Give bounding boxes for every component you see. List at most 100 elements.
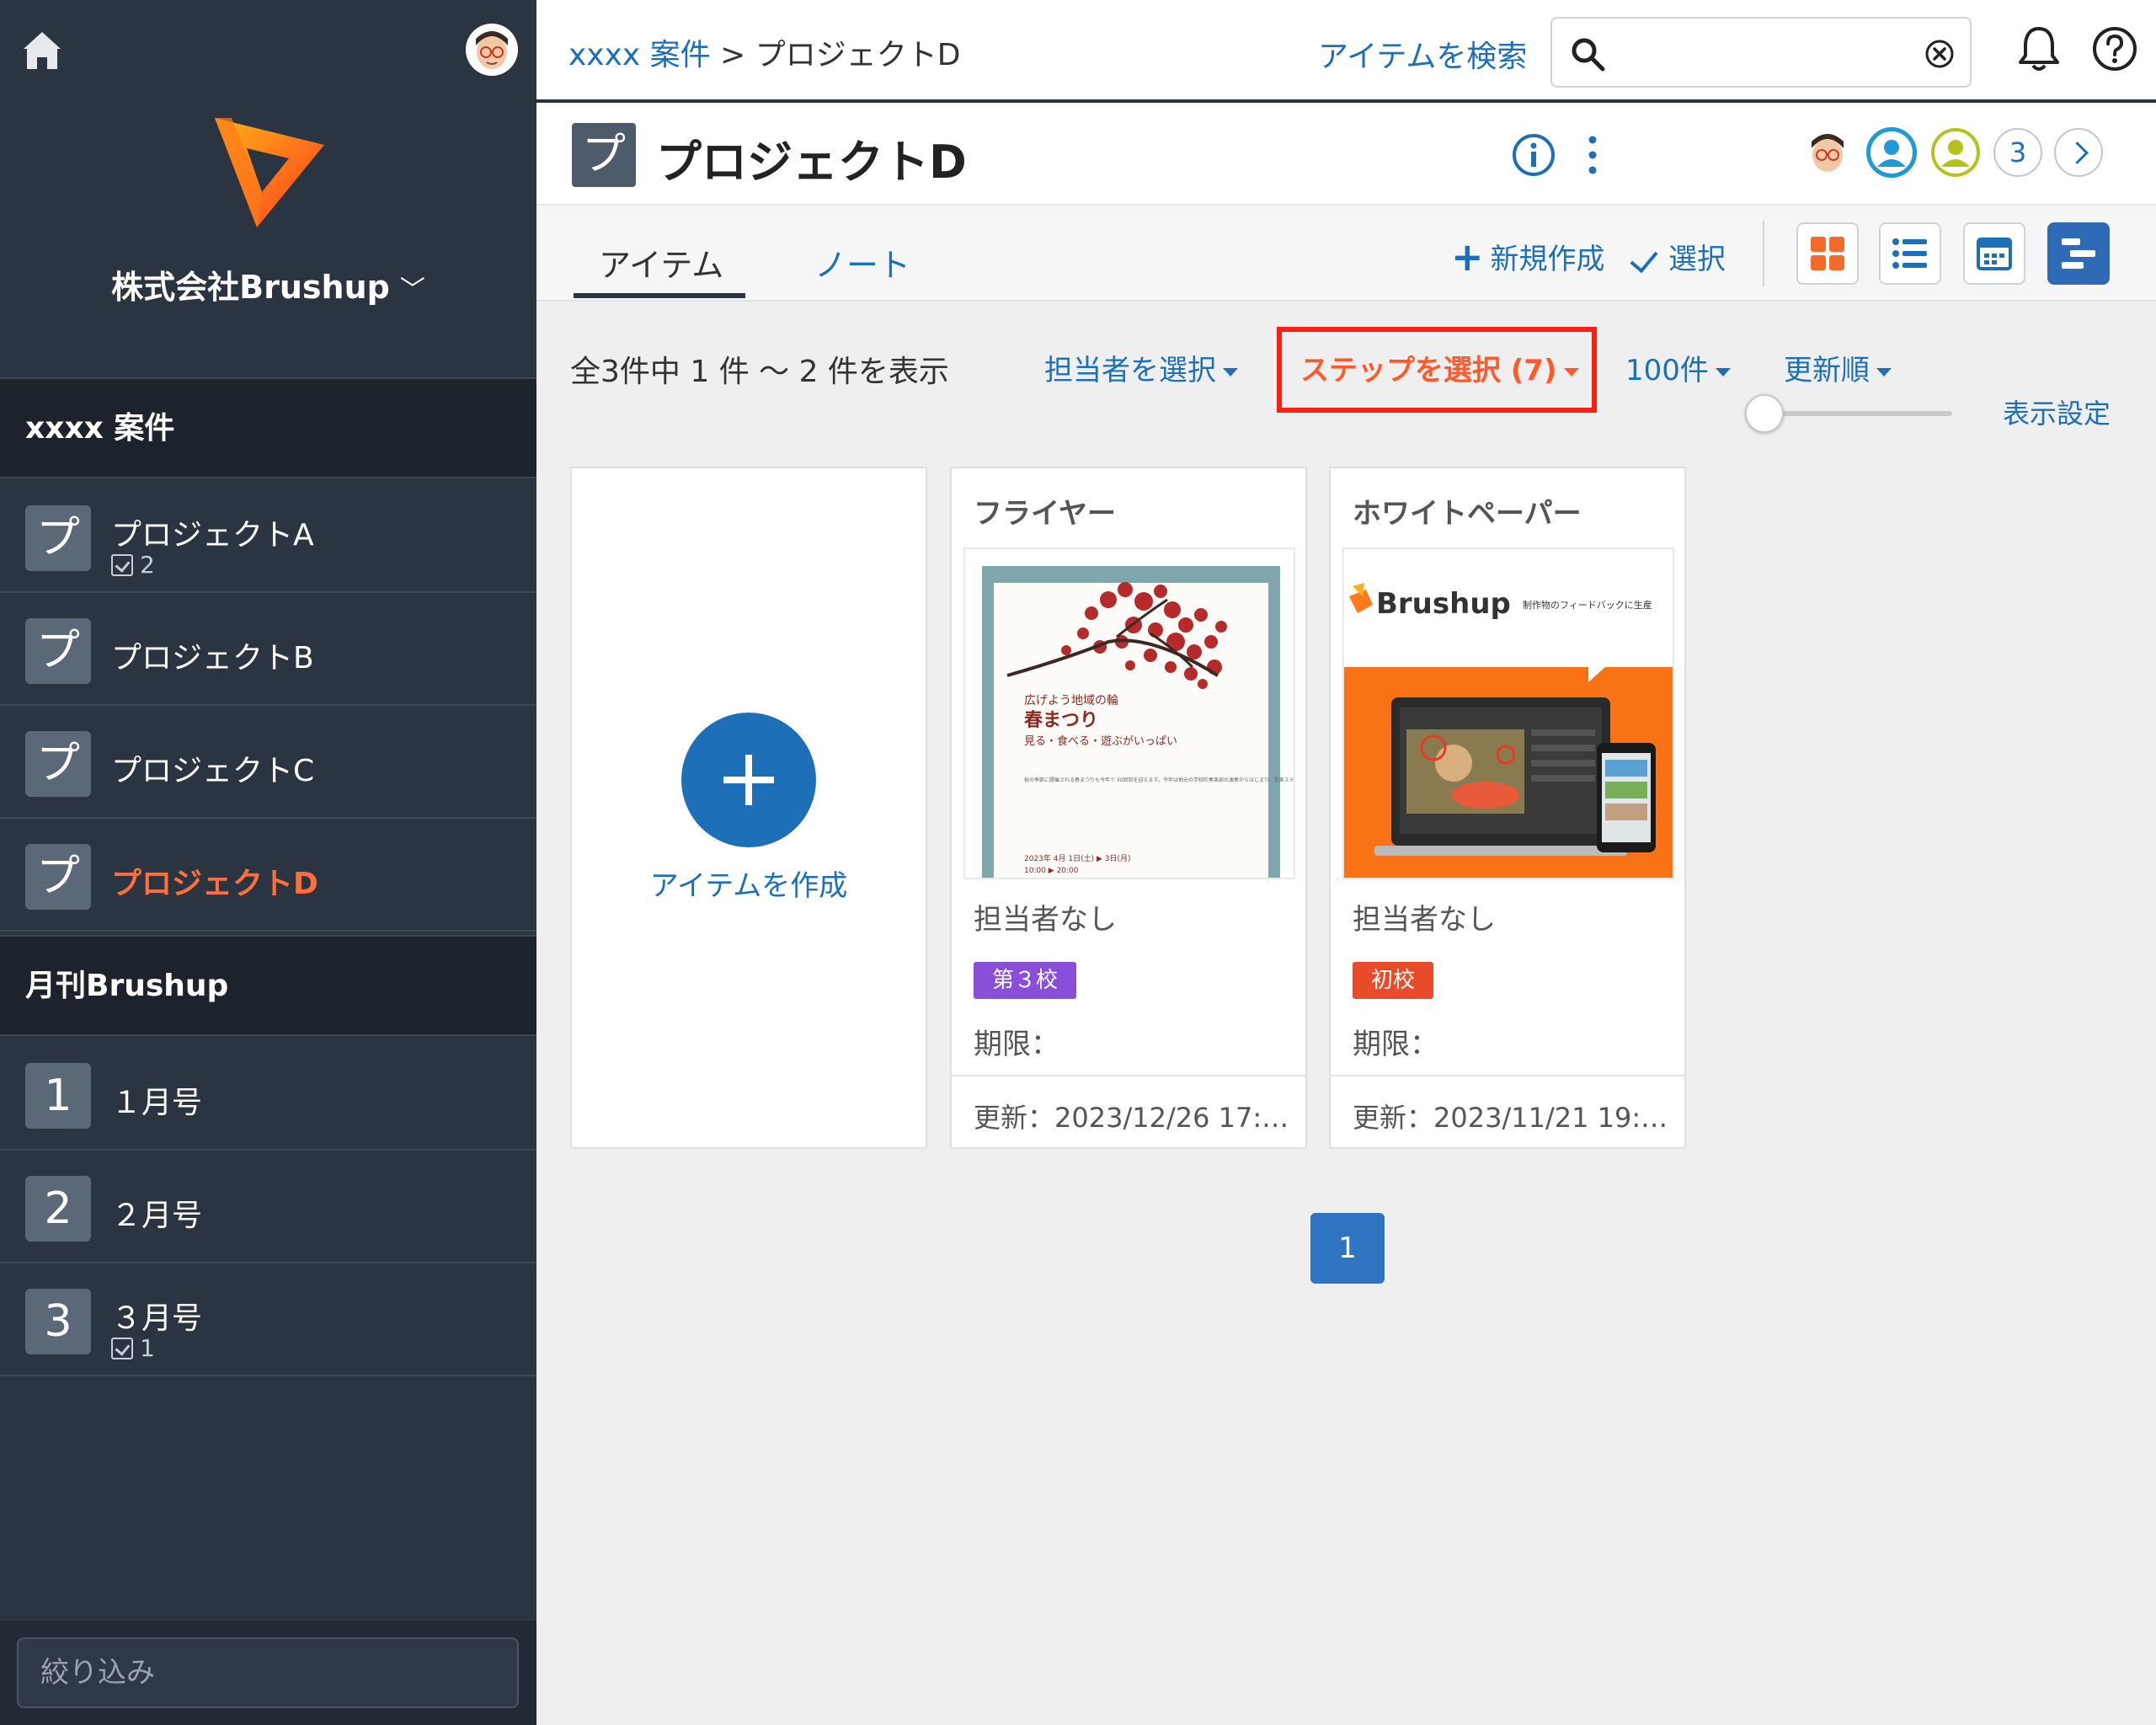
user-avatar-icon[interactable] (466, 24, 518, 76)
item-thumbnail[interactable]: Brushup 制作物のフィードバックに生産 (1342, 547, 1674, 879)
sidebar-item-project-b[interactable]: プ プロジェクトB (0, 593, 536, 706)
sidebar-item-mar[interactable]: 3 ３月号 1 (0, 1263, 536, 1376)
top-bar: xxxx 案件 > プロジェクトD アイテムを検索 (536, 0, 2156, 103)
caret-down-icon (1876, 367, 1892, 377)
flyer-subtitle: 見る・食べる・遊ぶがいっぱい (1024, 734, 1177, 748)
slider-handle[interactable] (1745, 394, 1784, 433)
more-vertical-icon[interactable] (1576, 131, 1609, 179)
plus-icon[interactable] (681, 713, 816, 847)
thumbnail-size-slider[interactable] (1760, 411, 1952, 416)
grid-view-icon (1811, 237, 1844, 270)
sidebar-item-project-a[interactable]: プ プロジェクトA 2 (0, 480, 536, 593)
brushup-logo-icon (215, 118, 324, 227)
pagination-page-button[interactable]: 1 (1310, 1213, 1385, 1284)
select-button[interactable]: 選択 (1630, 236, 1726, 277)
list-view-icon (1892, 238, 1927, 269)
assignee-filter-label: 担当者を選択 (1044, 354, 1216, 387)
member-avatars[interactable]: 3 (1801, 126, 2103, 179)
flyer-date: 2023年 4月 1日(土) ▶ 3日(月) (1024, 853, 1131, 863)
display-settings-link[interactable]: 表示設定 (2003, 393, 2111, 431)
whitepaper-tagline: 制作物のフィードバックに生産 (1523, 599, 1652, 611)
project-header: プ プロジェクトD 3 (536, 103, 2156, 206)
help-icon[interactable] (2091, 25, 2138, 72)
item-title[interactable]: フライヤー (974, 490, 1116, 531)
step-filter[interactable]: ステップを選択 (7) (1300, 347, 1579, 388)
chevron-right-icon[interactable] (2054, 128, 2103, 177)
sidebar-item-feb[interactable]: 2 ２月号 (0, 1151, 536, 1263)
create-item-card[interactable]: アイテムを作成 (570, 467, 927, 1149)
tab-notes[interactable]: ノート (814, 239, 910, 286)
active-tab-indicator (574, 293, 745, 298)
sidebar-item-label: １月号 (111, 1086, 203, 1120)
whitepaper-thumbnail-image: Brushup 制作物のフィードバックに生産 (1344, 549, 1673, 878)
search-icon (1572, 38, 1605, 72)
tabs-row: アイテム ノート + 新規作成 選択 (536, 206, 2156, 302)
breadcrumb-link[interactable]: xxxx 案件 (568, 38, 711, 72)
sidebar-item-jan[interactable]: 1 １月号 (0, 1038, 536, 1151)
gantt-view-icon (2062, 238, 2095, 269)
task-count-value: 2 (140, 551, 155, 579)
sort-select[interactable]: 更新順 (1784, 347, 1892, 388)
item-assignee: 担当者なし (1353, 903, 1496, 937)
item-updated: 更新：2023/12/26 17:… (952, 1075, 1305, 1147)
per-page-label: 100件 (1625, 354, 1709, 387)
member-avatar[interactable] (1865, 126, 1918, 179)
select-label: 選択 (1668, 243, 1726, 276)
flyer-time: 10:00 ▶ 20:00 (1024, 867, 1079, 875)
item-updated: 更新：2023/11/21 19:… (1331, 1075, 1684, 1147)
item-card[interactable]: フライヤー 広げよう地域の輪 春まつり 見る・食べる・遊ぶがいっぱい 桜の季節に… (950, 467, 1307, 1149)
item-deadline: 期限： (974, 1028, 1059, 1061)
section-header-xxxx[interactable]: xxxx 案件 (0, 377, 536, 478)
gantt-view-button[interactable] (2047, 222, 2110, 285)
breadcrumb-separator: > (710, 38, 755, 72)
project-badge: プ (572, 123, 636, 187)
task-count: 1 (111, 1334, 155, 1362)
sidebar-item-project-c[interactable]: プ プロジェクトC (0, 706, 536, 819)
flyer-title: 春まつり (1024, 709, 1098, 731)
home-icon[interactable] (20, 29, 64, 72)
sidebar-item-label: プロジェクトB (111, 641, 314, 676)
search-input[interactable] (1550, 17, 1972, 88)
task-count-value: 1 (140, 1334, 155, 1362)
create-item-label[interactable]: アイテムを作成 (572, 862, 926, 904)
member-avatar[interactable] (1929, 126, 1982, 179)
per-page-select[interactable]: 100件 (1625, 347, 1731, 388)
assignee-filter[interactable]: 担当者を選択 (1044, 347, 1238, 388)
company-switcher[interactable]: 株式会社Brushup ﹀ (0, 261, 536, 307)
item-deadline: 期限： (1353, 1028, 1438, 1061)
list-view-button[interactable] (1879, 222, 1941, 285)
project-badge: プ (25, 731, 91, 797)
tab-items[interactable]: アイテム (599, 239, 723, 286)
member-extra-count[interactable]: 3 (1993, 128, 2042, 177)
sidebar-item-label: プロジェクトA (111, 518, 314, 553)
sidebar: 株式会社Brushup ﹀ xxxx 案件 プ プロジェクトA 2 プ プロジェク… (0, 0, 536, 1725)
bell-icon[interactable] (2015, 24, 2063, 74)
caret-down-icon (1715, 367, 1731, 377)
caret-down-icon (1223, 367, 1238, 377)
item-card[interactable]: ホワイトペーパー Brushup 制作物のフィードバックに生産 担当者なし 初校… (1329, 467, 1686, 1149)
search-items-link[interactable]: アイテムを検索 (1318, 32, 1527, 76)
item-assignee: 担当者なし (974, 903, 1117, 937)
sidebar-item-label: ２月号 (111, 1199, 203, 1233)
new-item-label: 新規作成 (1490, 243, 1605, 276)
status-badge: 初校 (1353, 962, 1434, 999)
sidebar-item-project-d[interactable]: プ プロジェクトD (0, 819, 536, 932)
sort-label: 更新順 (1784, 354, 1870, 387)
grid-view-button[interactable] (1796, 222, 1859, 285)
item-title[interactable]: ホワイトペーパー (1353, 490, 1582, 531)
sidebar-filter-input[interactable]: 絞り込み (17, 1637, 519, 1708)
issue-badge: 3 (25, 1289, 91, 1354)
new-item-button[interactable]: + 新規作成 (1451, 236, 1605, 277)
divider (1763, 221, 1764, 286)
sidebar-filter-area: 絞り込み (0, 1621, 536, 1725)
sidebar-item-label: プロジェクトD (111, 867, 318, 901)
item-thumbnail[interactable]: 広げよう地域の輪 春まつり 見る・食べる・遊ぶがいっぱい 桜の季節に開催される春… (963, 547, 1295, 879)
info-icon[interactable] (1512, 133, 1556, 177)
flyer-body: 桜の季節に開催される春まつりも今年で 30回目を迎えます。今年は地元の学校吹奏楽… (1024, 777, 1295, 783)
section-header-monthly[interactable]: 月刊Brushup (0, 935, 536, 1036)
issue-badge: 1 (25, 1063, 91, 1129)
sidebar-item-label: プロジェクトC (111, 754, 315, 788)
clear-icon[interactable] (1924, 39, 1955, 69)
member-avatar[interactable] (1801, 126, 1854, 179)
calendar-view-button[interactable] (1963, 222, 2025, 285)
